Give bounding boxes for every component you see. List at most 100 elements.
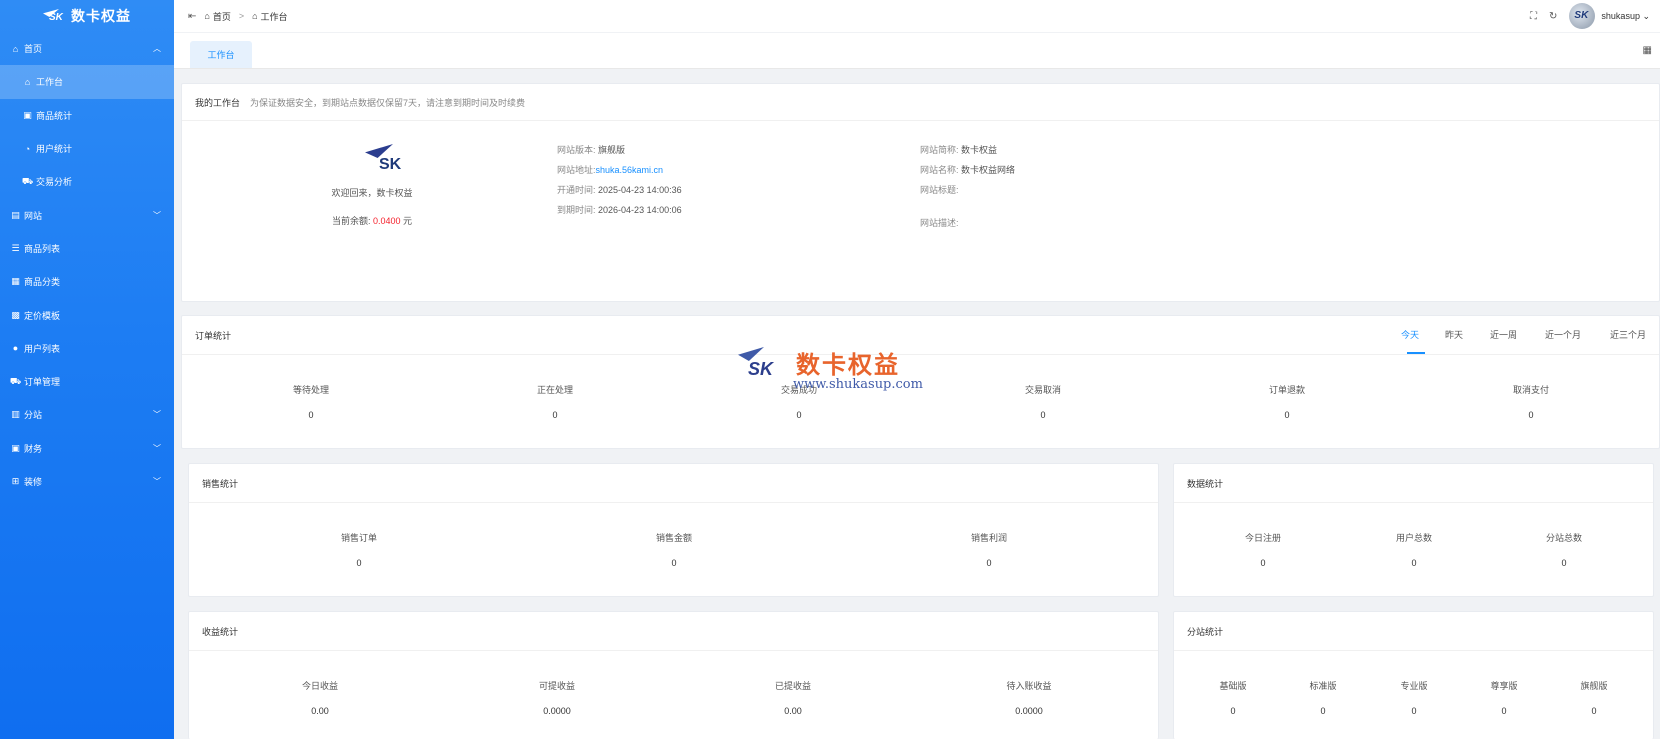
stat-value: 0 [552,410,558,420]
cart-icon: ⛟ [9,375,22,386]
category-icon: ▦ [11,276,20,287]
stat-value: 0 [308,410,314,420]
period-month[interactable]: 近一个月 [1545,328,1581,341]
stat-value: 0 [1411,558,1417,568]
collapse-menu-icon[interactable]: ⇤ [188,11,196,22]
sidebar-item-website[interactable]: ▤ 网站 ﹀ [0,198,174,231]
open-time: 开通时间: 2025-04-23 14:00:36 [557,185,682,195]
stat-label: 今日注册 [1244,533,1282,543]
sidebar-item-substation[interactable]: ▥ 分站 ﹀ [0,398,174,431]
period-three-months[interactable]: 近三个月 [1610,328,1646,341]
card-title: 分站统计 [1187,626,1224,637]
breadcrumb-home[interactable]: ⌂ 首页 [204,10,230,23]
breadcrumb-workbench[interactable]: ⌂ 工作台 [252,10,287,23]
tab-workbench[interactable]: 工作台 [190,41,252,68]
stat-value: 0 [1284,410,1290,420]
user-menu[interactable]: shukasup ⌄ [1601,11,1650,22]
template-icon: ▩ [11,309,20,320]
home-icon: ⌂ [204,11,210,21]
stat-value: 0 [986,558,992,568]
sidebar-item-label: 商品列表 [24,243,61,254]
sales-stats-card: 销售统计 销售订单 0 销售金额 0 销售利润 0 [188,463,1159,597]
stat-label: 基础版 [1219,681,1247,691]
period-week[interactable]: 近一周 [1490,328,1517,341]
sidebar-item-user-stats[interactable]: ◔ 用户统计 [0,132,174,165]
sidebar-item-order-management[interactable]: ⛟ 订单管理 [0,365,174,398]
sidebar-item-user-list[interactable]: ● 用户列表 [0,332,174,365]
avatar[interactable]: SK [1569,3,1596,29]
chevron-down-icon: ﹀ [153,410,161,420]
sidebar-item-decorate[interactable]: ⊞ 装修 ﹀ [0,465,174,498]
balance: 当前余额: 0.0400 元 [331,216,413,226]
grid-icon[interactable]: ▦ [1643,45,1652,56]
home-icon: ⌂ [12,43,19,54]
card-title: 收益统计 [202,626,239,637]
sidebar-item-label: 用户统计 [36,144,73,155]
site-name: 网站名称: 数卡权益网络 [920,165,1016,175]
workbench-card: 我的工作台 为保证数据安全，到期站点数据仅保留7天，请注意到期时间及时续费 SK… [181,83,1660,302]
stat-label: 标准版 [1309,681,1337,691]
sidebar-logo[interactable]: SK 数卡权益 [0,0,174,32]
stat-label: 取消支付 [1512,385,1550,395]
expiry-notice: 为保证数据安全，到期站点数据仅保留7天，请注意到期时间及时续费 [250,97,526,108]
card-title: 订单统计 [195,330,232,341]
stat-value: 0.00 [311,706,329,716]
sidebar-item-label: 网站 [24,210,43,221]
sidebar-item-product-stats[interactable]: ▣ 商品统计 [0,99,174,132]
sidebar-item-product-list[interactable]: ☰ 商品列表 [0,232,174,265]
site-short-name: 网站简称: 数卡权益 [920,145,998,155]
stat-label: 销售利润 [970,533,1008,543]
stat-label: 旗舰版 [1580,681,1608,691]
stat-value: 0 [671,558,677,568]
refresh-icon[interactable]: ↻ [1549,11,1557,22]
sidebar-item-finance[interactable]: ▣ 财务 ﹀ [0,432,174,465]
site-title: 网站标题: [920,185,959,195]
clock-icon: ◔ [24,143,31,154]
sidebar-item-label: 订单管理 [24,377,61,388]
stat-value: 0.0000 [1015,706,1043,716]
app-title: 数卡权益 [71,8,131,24]
sidebar-item-label: 商品分类 [24,277,61,288]
period-today[interactable]: 今天 [1401,328,1419,341]
period-yesterday[interactable]: 昨天 [1445,328,1463,341]
stat-label: 订单退款 [1268,385,1306,395]
stat-value: 0 [1501,706,1507,716]
stat-value: 0 [1040,410,1046,420]
shop-icon: ▣ [23,109,32,120]
watermark-logo-text: SK [748,359,774,379]
stat-label: 可提收益 [538,681,576,691]
breadcrumb-label: 首页 [212,11,231,22]
fullscreen-icon[interactable]: ⛶ [1530,11,1537,22]
website-icon: ▤ [11,209,20,220]
stat-label: 待入账收益 [1006,681,1052,691]
stat-label: 已提收益 [774,681,812,691]
stat-label: 等待处理 [292,385,330,395]
stat-value: 0 [1411,706,1417,716]
sidebar-item-home[interactable]: ⌂ 首页 ︿ [0,32,174,65]
stat-value: 0 [356,558,362,568]
sidebar-item-label: 装修 [24,477,43,487]
sidebar-item-workbench[interactable]: ⌂ 工作台 [0,65,174,99]
sidebar-item-pricing-template[interactable]: ▩ 定价模板 [0,298,174,331]
sidebar-item-product-category[interactable]: ▦ 商品分类 [0,265,174,298]
sidebar-item-label: 用户列表 [24,343,61,354]
card-title: 数据统计 [1187,478,1224,489]
home-icon: ⌂ [24,76,31,87]
sidebar-item-label: 分站 [24,410,43,421]
stat-label: 用户总数 [1395,533,1433,543]
chevron-down-icon: ﹀ [153,477,161,486]
stat-label: 交易取消 [1024,385,1062,395]
site-version: 网站版本: 旗舰版 [557,145,626,155]
site-url-link[interactable]: shuka.56kami.cn [596,165,664,175]
stat-value: 0.0000 [543,706,571,716]
sidebar: SK 数卡权益 ⌂ 首页 ︿ ⌂ 工作台 ▣ 商品统计 ◔ 用户统计 ⛟ 交易分… [0,0,174,739]
tab-bar: 工作台 ▦ [174,33,1660,69]
finance-icon: ▣ [11,442,20,453]
stat-label: 专业版 [1400,681,1428,691]
sidebar-item-trade-analysis[interactable]: ⛟ 交易分析 [0,165,174,198]
breadcrumb-label: 工作台 [260,11,288,22]
watermark-url: www.shukasup.com [793,377,923,392]
logo-icon: SK [43,9,65,23]
site-url: 网站地址:shuka.56kami.cn [557,165,664,175]
substation-stats-card: 分站统计 基础版 0 标准版 0 专业版 0 尊享版 0 旗舰版 0 [1173,611,1654,739]
